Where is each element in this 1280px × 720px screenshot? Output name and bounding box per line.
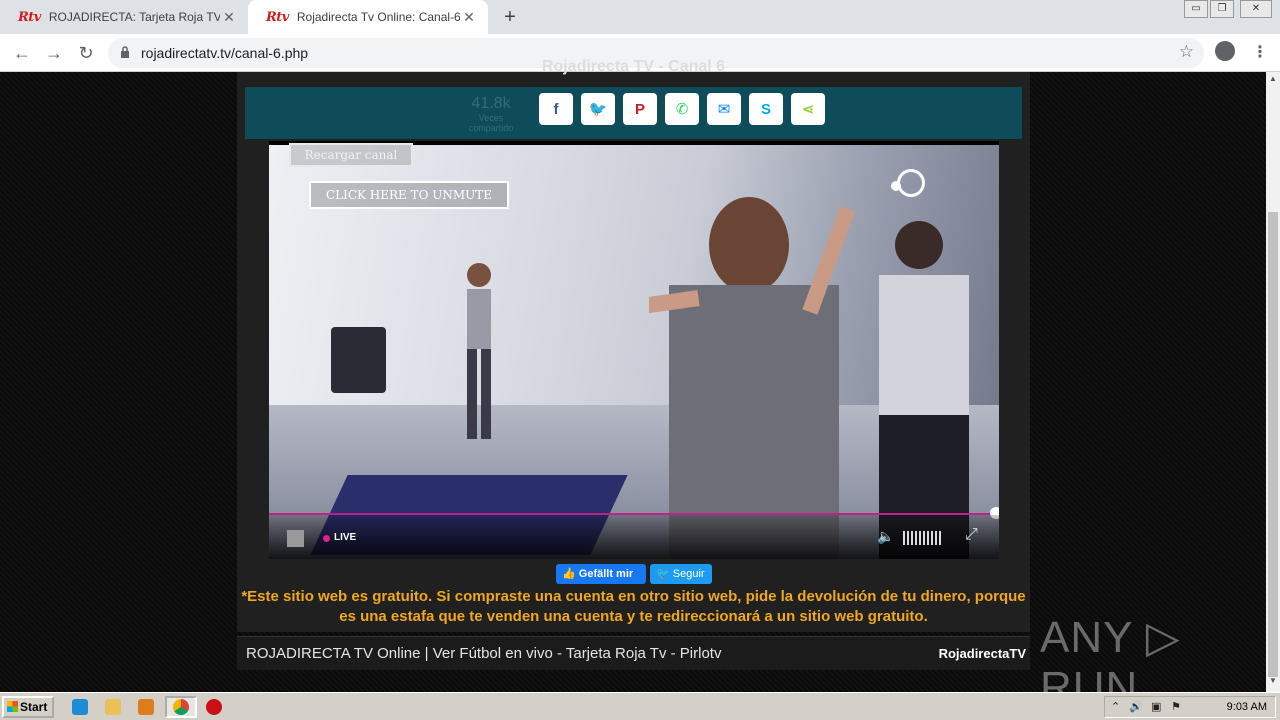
page-footer: ROJADIRECTA TV Online | Ver Fútbol en vi… xyxy=(237,636,1030,670)
facebook-share-button[interactable]: f xyxy=(539,93,573,125)
reload-icon[interactable]: ↻ xyxy=(74,41,98,65)
player-controls: LIVE 🔈 ⤢ xyxy=(269,515,999,559)
bookmark-star-icon[interactable]: ☆ xyxy=(1179,42,1194,62)
tab-title: Rojadirecta Tv Online: Canal-6 xyxy=(296,10,460,24)
pinterest-share-button[interactable]: P xyxy=(623,93,657,125)
scroll-thumb[interactable] xyxy=(1268,212,1278,677)
tab-rojadirecta-home[interactable]: Rtv ROJADIRECTA: Tarjeta Roja TV - Pir ✕ xyxy=(0,0,248,34)
chrome-taskbar-button[interactable] xyxy=(165,696,197,718)
share-count-number: 41.8k xyxy=(471,95,511,112)
video-wall-object xyxy=(331,327,386,393)
reload-channel-button[interactable]: Recargar canal xyxy=(289,143,413,167)
forward-arrow-icon[interactable]: → xyxy=(42,41,66,65)
content-container: Rojadirecta TV - Canal 6 41.8k Veces com… xyxy=(237,58,1030,632)
twitter-follow-button[interactable]: 🐦 Seguir xyxy=(650,564,712,584)
loading-spinner-icon xyxy=(897,169,925,197)
scroll-up-icon[interactable]: ▲ xyxy=(1268,74,1278,83)
rtv-favicon-icon: Rtv xyxy=(266,9,289,25)
start-button[interactable]: Start xyxy=(2,696,54,718)
share-count-label: Veces compartido xyxy=(468,113,514,133)
scam-notice: *Este sitio web es gratuito. Si comprast… xyxy=(241,588,1026,625)
video-person-left xyxy=(467,263,491,439)
internet-explorer-icon[interactable] xyxy=(72,699,88,715)
new-tab-button[interactable]: + xyxy=(498,5,522,29)
video-player[interactable]: Recargar canal CLICK HERE TO UNMUTE LIVE… xyxy=(269,141,999,559)
fullscreen-icon[interactable]: ⤢ xyxy=(965,526,978,544)
skype-share-button[interactable]: S xyxy=(749,93,783,125)
page-title: Rojadirecta TV - Canal 6 xyxy=(541,58,726,75)
facebook-like-label: Gefällt mir xyxy=(578,568,634,580)
flag-tray-icon[interactable]: ⚑ xyxy=(1171,700,1181,713)
tab-canal-6[interactable]: Rtv Rojadirecta Tv Online: Canal-6 ✕ xyxy=(248,0,488,34)
system-tray: ⌃ 🔊 ▣ ⚑ 9:03 AM xyxy=(1104,696,1276,718)
tab-close-icon[interactable]: ✕ xyxy=(220,9,238,26)
stop-button[interactable] xyxy=(287,530,304,547)
volume-tray-icon[interactable]: 🔊 xyxy=(1129,700,1143,713)
unmute-button[interactable]: CLICK HERE TO UNMUTE xyxy=(309,181,509,209)
folder-icon[interactable] xyxy=(105,699,121,715)
sharethis-share-button[interactable]: ⋖ xyxy=(791,93,825,125)
share-bar: 41.8k Veces compartido f 🐦 P ✆ ✉ S ⋖ xyxy=(245,87,1022,139)
close-window-button[interactable]: ✕ xyxy=(1240,0,1272,18)
volume-slider[interactable] xyxy=(903,531,943,545)
live-label: LIVE xyxy=(334,532,357,543)
opera-icon[interactable] xyxy=(206,699,222,715)
whatsapp-share-button[interactable]: ✆ xyxy=(665,93,699,125)
video-person-right xyxy=(879,221,969,559)
profile-avatar-icon[interactable] xyxy=(1215,41,1235,61)
tab-title: ROJADIRECTA: Tarjeta Roja TV - Pir xyxy=(48,10,220,24)
facebook-like-button[interactable]: 👍 Gefällt mir xyxy=(556,564,646,584)
loading-spinner-dot xyxy=(891,181,901,191)
tab-close-icon[interactable]: ✕ xyxy=(460,9,478,26)
media-player-icon[interactable] xyxy=(138,699,154,715)
twitter-follow-label: Seguir xyxy=(672,568,705,580)
back-arrow-icon[interactable]: ← xyxy=(10,41,34,65)
live-indicator-icon xyxy=(323,535,330,542)
minimize-button[interactable]: ▭ xyxy=(1184,0,1208,18)
windows-taskbar: Start ⌃ 🔊 ▣ ⚑ 9:03 AM xyxy=(0,692,1280,720)
lock-icon xyxy=(121,46,129,58)
start-label: Start xyxy=(20,700,48,714)
chrome-icon xyxy=(173,699,189,715)
windows-logo-icon xyxy=(7,701,18,712)
tab-strip: Rtv ROJADIRECTA: Tarjeta Roja TV - Pir ✕… xyxy=(0,0,1280,34)
rtv-favicon-icon: Rtv xyxy=(18,9,41,25)
mute-speaker-icon[interactable]: 🔈 xyxy=(877,528,894,545)
messenger-share-button[interactable]: ✉ xyxy=(707,93,741,125)
share-count: 41.8k Veces compartido xyxy=(463,95,519,133)
clock: 9:03 AM xyxy=(1226,701,1267,713)
menu-dots-icon[interactable]: ⋮ xyxy=(1252,42,1268,62)
twitter-share-button[interactable]: 🐦 xyxy=(581,93,615,125)
network-tray-icon[interactable]: ▣ xyxy=(1151,700,1161,713)
footer-brand: RojadirectaTV xyxy=(938,646,1026,661)
restore-button[interactable]: ❐ xyxy=(1210,0,1234,18)
footer-description: ROJADIRECTA TV Online | Ver Fútbol en vi… xyxy=(246,645,722,662)
tray-expand-icon[interactable]: ⌃ xyxy=(1111,700,1120,713)
page-scrollbar[interactable]: ▲ ▼ xyxy=(1266,72,1280,692)
